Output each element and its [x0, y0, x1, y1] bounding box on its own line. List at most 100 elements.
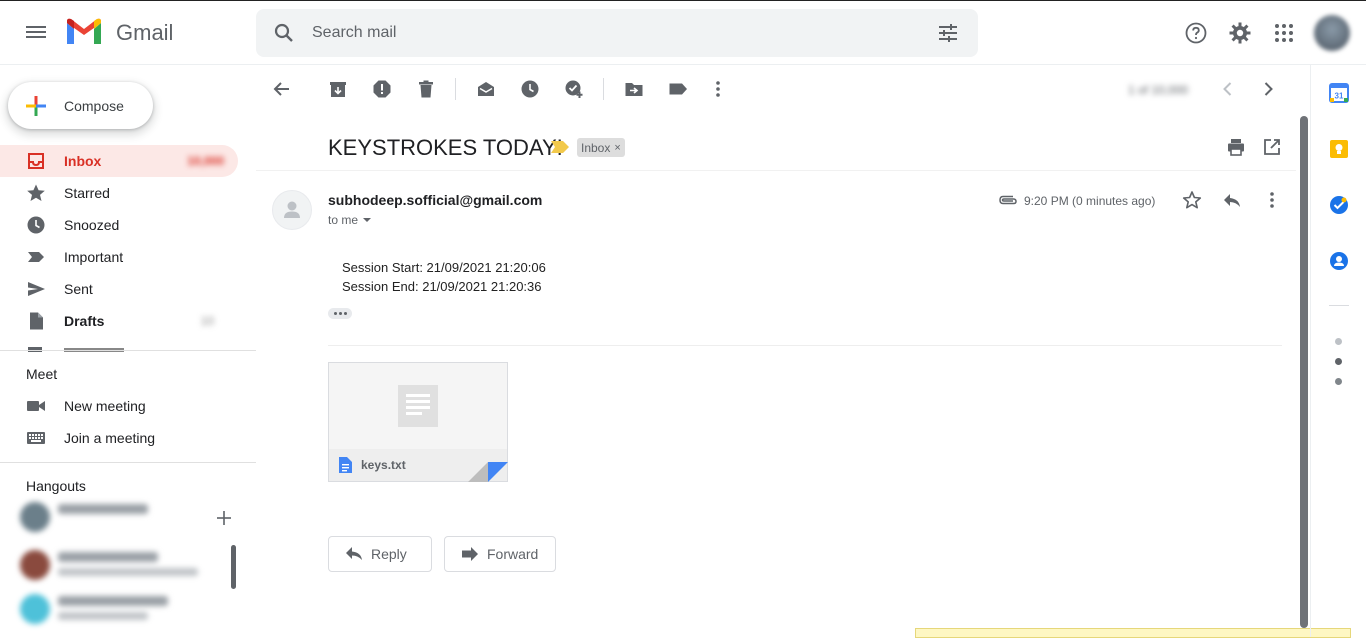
hangout-contact[interactable]	[18, 590, 206, 626]
sidebar-item-snoozed[interactable]: Snoozed	[0, 209, 240, 241]
more-options-icon[interactable]	[708, 79, 728, 99]
tasks-icon[interactable]	[1329, 195, 1349, 215]
back-arrow-icon[interactable]	[272, 79, 292, 99]
divider	[0, 462, 256, 463]
new-meeting-item[interactable]: New meeting	[0, 390, 240, 422]
search-options-icon[interactable]	[936, 21, 960, 45]
search-input[interactable]	[312, 17, 912, 49]
calendar-icon[interactable]: 31	[1329, 83, 1349, 103]
reply-icon	[346, 547, 362, 560]
sender-avatar-icon[interactable]	[272, 190, 312, 230]
account-avatar[interactable]	[1314, 15, 1350, 51]
compose-plus-icon	[26, 95, 46, 116]
keep-notes-icon[interactable]	[1329, 139, 1349, 159]
compose-label: Compose	[64, 97, 124, 114]
search-icon[interactable]	[272, 21, 296, 45]
side-panel-dot	[1335, 338, 1342, 345]
document-preview-icon	[398, 385, 438, 427]
hangout-contact[interactable]	[18, 546, 206, 582]
archive-icon[interactable]	[328, 79, 348, 99]
apps-grid-icon[interactable]	[1272, 21, 1296, 45]
forward-label: Forward	[487, 546, 539, 562]
more-options-icon[interactable]	[1262, 190, 1282, 210]
compose-button[interactable]: Compose	[8, 82, 153, 129]
video-camera-icon	[27, 401, 45, 411]
star-icon[interactable]	[1182, 190, 1202, 210]
gmail-logo-icon[interactable]	[64, 17, 104, 47]
sidebar-item-sent[interactable]: Sent	[0, 273, 240, 305]
report-spam-icon[interactable]	[372, 79, 392, 99]
sidebar-item-label: Sent	[64, 281, 93, 297]
main-scrollbar[interactable]	[1300, 116, 1308, 628]
sidebar-item-label: Important	[64, 249, 124, 265]
email-body-line: Session End: 21/09/2021 21:20:36	[342, 279, 542, 294]
sidebar-item-label: Snoozed	[64, 217, 120, 233]
hangouts-scrollbar[interactable]	[231, 545, 236, 589]
inbox-icon	[28, 153, 44, 169]
inbox-unread-count: 10,000	[187, 154, 224, 168]
hangouts-section-title: Hangouts	[26, 478, 86, 494]
show-trimmed-content-button[interactable]	[328, 308, 352, 319]
attachment-corner-fold-icon	[468, 462, 508, 482]
dropdown-arrow-icon[interactable]	[362, 215, 372, 225]
meet-section-title: Meet	[26, 366, 58, 382]
email-timestamp: 9:20 PM (0 minutes ago)	[1024, 194, 1156, 208]
help-icon[interactable]	[1184, 21, 1208, 45]
mark-unread-icon[interactable]	[476, 79, 496, 99]
drafts-count: 10	[200, 314, 214, 328]
recipient-label: to me	[328, 213, 359, 227]
settings-gear-icon[interactable]	[1228, 21, 1252, 45]
important-icon	[28, 252, 44, 262]
open-new-window-icon[interactable]	[1262, 137, 1282, 157]
attachment-filename: keys.txt	[361, 458, 406, 472]
label-text: Inbox	[581, 140, 611, 155]
sidebar-item-label: Starred	[64, 185, 110, 201]
sender-address[interactable]: subhodeep.sofficial@gmail.com	[328, 192, 542, 208]
join-meeting-item[interactable]: Join a meeting	[0, 422, 240, 454]
reply-label: Reply	[371, 546, 407, 562]
reply-icon[interactable]	[1222, 190, 1242, 210]
sidebar-item-label: Drafts	[64, 313, 105, 329]
remove-label-icon[interactable]: ×	[614, 142, 620, 154]
new-meeting-label: New meeting	[64, 398, 146, 414]
add-to-tasks-icon[interactable]	[564, 79, 584, 99]
divider	[256, 170, 1296, 171]
importance-marker-icon[interactable]	[551, 141, 569, 153]
label-tag-icon[interactable]	[668, 79, 688, 99]
send-icon	[28, 282, 45, 296]
forward-button[interactable]: Forward	[444, 536, 556, 572]
divider	[328, 345, 1282, 346]
side-panel-dot	[1335, 358, 1342, 365]
email-body-line: Session Start: 21/09/2021 21:20:06	[342, 260, 546, 275]
draft-icon	[30, 312, 43, 330]
sidebar-item-starred[interactable]: Starred	[0, 177, 240, 209]
add-hangout-icon[interactable]	[214, 508, 234, 528]
older-chevron-right-icon[interactable]	[1258, 79, 1278, 99]
sidebar-item-inbox[interactable]: Inbox 10,000	[0, 145, 238, 177]
contacts-icon[interactable]	[1329, 251, 1349, 271]
delete-trash-icon[interactable]	[416, 79, 436, 99]
divider	[1329, 305, 1349, 306]
inbox-label-chip[interactable]: Inbox ×	[577, 138, 625, 157]
print-icon[interactable]	[1226, 137, 1246, 157]
page-range: 1 of 10,000	[1128, 83, 1189, 97]
svg-text:31: 31	[1335, 92, 1344, 101]
snooze-clock-icon[interactable]	[520, 79, 540, 99]
recipient-details[interactable]: to me	[328, 213, 372, 227]
forward-icon	[462, 547, 478, 561]
main-menu-icon[interactable]	[20, 16, 52, 48]
newer-chevron-left-icon[interactable]	[1218, 79, 1238, 99]
keyboard-icon	[27, 432, 45, 444]
sidebar-item-label: Inbox	[64, 153, 102, 169]
toolbar-divider	[455, 78, 456, 100]
reply-button[interactable]: Reply	[328, 536, 432, 572]
join-meeting-label: Join a meeting	[64, 430, 156, 446]
email-subject: KEYSTROKES TODAY!	[328, 135, 563, 160]
move-to-icon[interactable]	[624, 79, 644, 99]
sidebar-item-drafts[interactable]: Drafts 10	[0, 305, 240, 337]
app-name: Gmail	[116, 20, 174, 45]
hangout-contact[interactable]	[18, 498, 206, 534]
sidebar-item-important[interactable]: Important	[0, 241, 240, 273]
star-icon	[27, 184, 45, 201]
clock-icon	[27, 216, 45, 234]
